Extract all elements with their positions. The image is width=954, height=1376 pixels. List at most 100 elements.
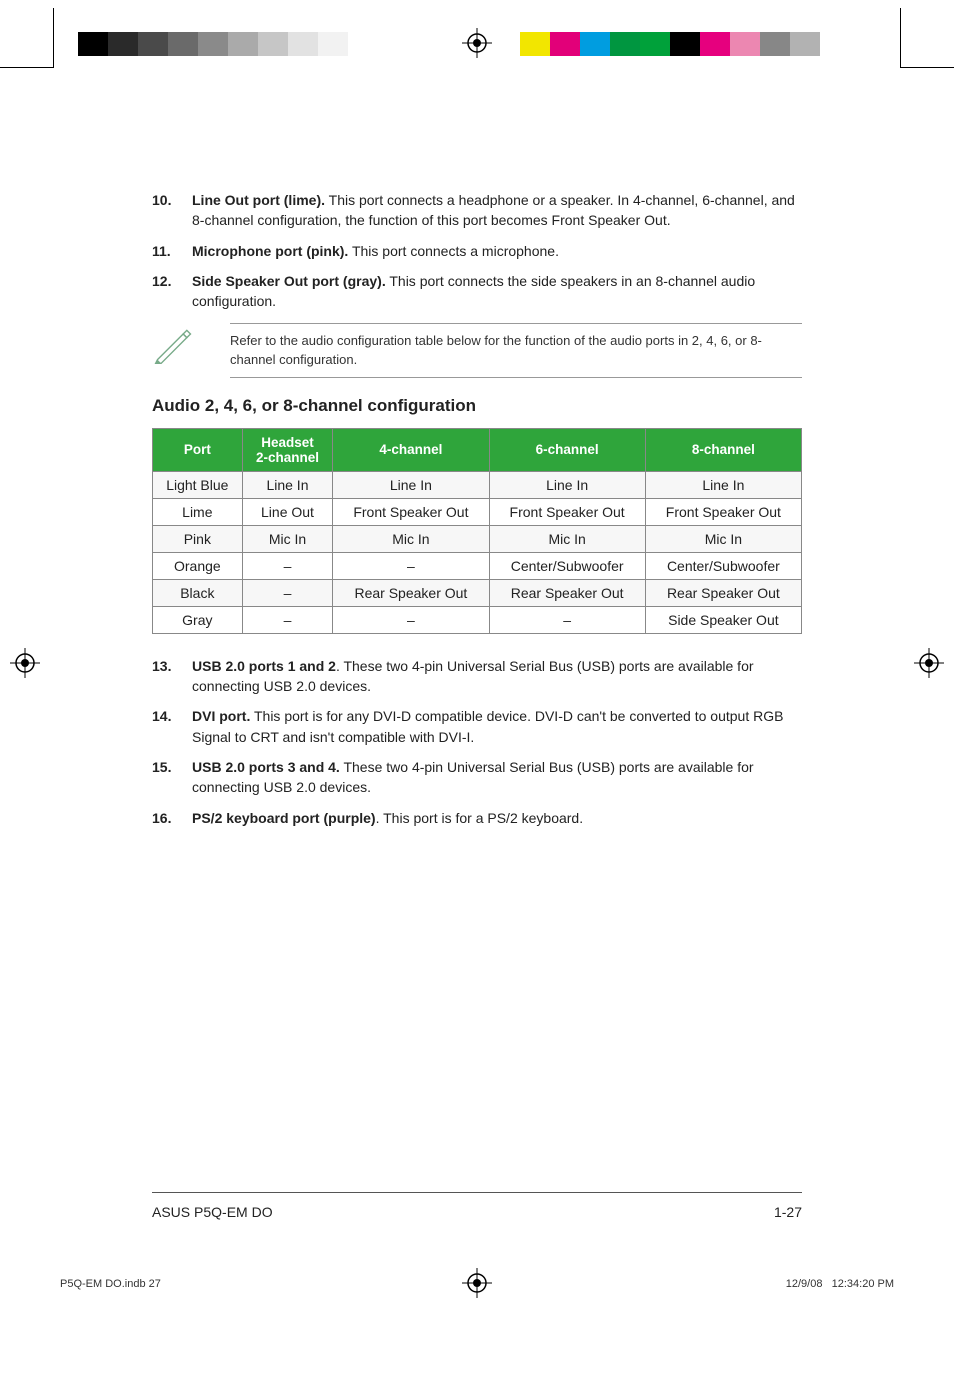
list-rest: This port is for any DVI-D compatible de… [192, 708, 783, 744]
table-header: 4-channel [333, 428, 489, 471]
list-text: Line Out port (lime). This port connects… [192, 190, 802, 231]
list-number: 14. [152, 706, 192, 747]
table-cell: Mic In [333, 525, 489, 552]
table-cell: Line Out [242, 498, 333, 525]
table-cell: Rear Speaker Out [489, 579, 645, 606]
list-rest: This port connects a microphone. [348, 243, 559, 259]
table-cell: Front Speaker Out [333, 498, 489, 525]
swatch [168, 32, 198, 56]
printer-registration-row [0, 14, 954, 60]
page-content: 10.Line Out port (lime). This port conne… [152, 190, 802, 838]
swatch [318, 32, 348, 56]
table-cell: Mic In [645, 525, 801, 552]
table-cell: – [333, 552, 489, 579]
footer-rule [152, 1192, 802, 1193]
list-text: Side Speaker Out port (gray). This port … [192, 271, 802, 312]
table-cell: Side Speaker Out [645, 606, 801, 633]
table-cell: Line In [645, 471, 801, 498]
print-timestamp: 12/9/08 12:34:20 PM [786, 1278, 894, 1290]
registration-target-icon [10, 648, 40, 681]
table-cell: Center/Subwoofer [645, 552, 801, 579]
list-number: 15. [152, 757, 192, 798]
table-header: Port [153, 428, 243, 471]
list-text: USB 2.0 ports 3 and 4. These two 4-pin U… [192, 757, 802, 798]
table-cell: Rear Speaker Out [645, 579, 801, 606]
print-meta-row: P5Q-EM DO.indb 27 12/9/08 12:34:20 PM [60, 1278, 894, 1290]
list-bold: PS/2 keyboard port (purple) [192, 810, 376, 826]
swatch [610, 32, 640, 56]
list-rest: . This port is for a PS/2 keyboard. [376, 810, 584, 826]
color-swatch-strip [520, 32, 820, 56]
table-cell: Mic In [242, 525, 333, 552]
table-cell: Pink [153, 525, 243, 552]
swatch [138, 32, 168, 56]
list-text: USB 2.0 ports 1 and 2. These two 4-pin U… [192, 656, 802, 697]
swatch [580, 32, 610, 56]
registration-target-icon [914, 648, 944, 681]
footer-product: ASUS P5Q-EM DO [152, 1204, 273, 1220]
table-row: Gray–––Side Speaker Out [153, 606, 802, 633]
list-number: 13. [152, 656, 192, 697]
table-cell: Orange [153, 552, 243, 579]
table-cell: Line In [333, 471, 489, 498]
swatch [670, 32, 700, 56]
table-cell: Mic In [489, 525, 645, 552]
list-item: 11.Microphone port (pink). This port con… [152, 241, 802, 261]
list-bold: Microphone port (pink). [192, 243, 348, 259]
swatch [78, 32, 108, 56]
swatch [700, 32, 730, 56]
list-text: Microphone port (pink). This port connec… [192, 241, 802, 261]
list-bold: Side Speaker Out port (gray). [192, 273, 386, 289]
swatch [228, 32, 258, 56]
table-cell: Line In [242, 471, 333, 498]
table-cell: – [333, 606, 489, 633]
swatch [760, 32, 790, 56]
audio-config-table: PortHeadset2-channel4-channel6-channel8-… [152, 428, 802, 634]
page-footer: ASUS P5Q-EM DO 1-27 [152, 1204, 802, 1220]
table-cell: – [489, 606, 645, 633]
list-item: 16.PS/2 keyboard port (purple). This por… [152, 808, 802, 828]
swatch [550, 32, 580, 56]
swatch [198, 32, 228, 56]
table-cell: Front Speaker Out [489, 498, 645, 525]
list-number: 11. [152, 241, 192, 261]
swatch [790, 32, 820, 56]
swatch [640, 32, 670, 56]
gray-swatch-strip [78, 32, 378, 56]
list-number: 12. [152, 271, 192, 312]
list-number: 10. [152, 190, 192, 231]
table-row: Orange––Center/SubwooferCenter/Subwoofer [153, 552, 802, 579]
list-item: 14.DVI port. This port is for any DVI-D … [152, 706, 802, 747]
list-item: 10.Line Out port (lime). This port conne… [152, 190, 802, 231]
table-header: Headset2-channel [242, 428, 333, 471]
list-item: 15.USB 2.0 ports 3 and 4. These two 4-pi… [152, 757, 802, 798]
list-bold: USB 2.0 ports 3 and 4. [192, 759, 340, 775]
port-list-upper: 10.Line Out port (lime). This port conne… [152, 190, 802, 311]
table-cell: Rear Speaker Out [333, 579, 489, 606]
swatch [348, 32, 378, 56]
table-cell: Gray [153, 606, 243, 633]
pencil-icon [152, 323, 206, 370]
list-number: 16. [152, 808, 192, 828]
table-cell: – [242, 579, 333, 606]
table-cell: Lime [153, 498, 243, 525]
list-bold: Line Out port (lime). [192, 192, 325, 208]
table-cell: – [242, 606, 333, 633]
list-item: 13.USB 2.0 ports 1 and 2. These two 4-pi… [152, 656, 802, 697]
table-cell: Center/Subwoofer [489, 552, 645, 579]
section-title: Audio 2, 4, 6, or 8-channel configuratio… [152, 396, 802, 416]
table-cell: Black [153, 579, 243, 606]
note-block: Refer to the audio configuration table b… [152, 323, 802, 377]
swatch [108, 32, 138, 56]
list-text: DVI port. This port is for any DVI-D com… [192, 706, 802, 747]
swatch [258, 32, 288, 56]
crop-mark-icon [0, 8, 54, 68]
table-header: 8-channel [645, 428, 801, 471]
table-row: LimeLine OutFront Speaker OutFront Speak… [153, 498, 802, 525]
table-cell: – [242, 552, 333, 579]
table-row: Light BlueLine InLine InLine InLine In [153, 471, 802, 498]
table-row: PinkMic InMic InMic InMic In [153, 525, 802, 552]
table-cell: Line In [489, 471, 645, 498]
footer-page-number: 1-27 [774, 1204, 802, 1220]
port-list-lower: 13.USB 2.0 ports 1 and 2. These two 4-pi… [152, 656, 802, 828]
